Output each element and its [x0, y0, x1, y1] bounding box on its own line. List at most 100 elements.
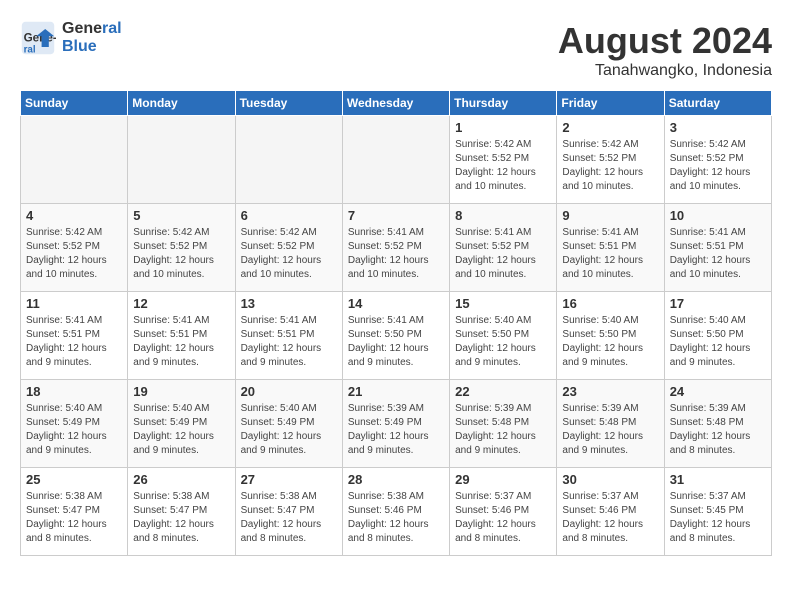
day-number: 26 [133, 472, 229, 487]
calendar-week-1: 1Sunrise: 5:42 AM Sunset: 5:52 PM Daylig… [21, 116, 772, 204]
day-number: 11 [26, 296, 122, 311]
day-number: 17 [670, 296, 766, 311]
calendar-cell [21, 116, 128, 204]
day-number: 6 [241, 208, 337, 223]
calendar-cell: 19 Sunrise: 5:40 AM Sunset: 5:49 PM Dayli… [128, 380, 235, 468]
day-number: 8 [455, 208, 551, 223]
day-number: 20 [241, 384, 337, 399]
weekday-header-friday: Friday [557, 91, 664, 116]
day-number: 15 [455, 296, 551, 311]
day-info: Sunrise: 5:38 AM Sunset: 5:47 PM Dayligh… [241, 490, 337, 546]
day-number: 21 [348, 384, 444, 399]
calendar-cell: 20 Sunrise: 5:40 AM Sunset: 5:49 PM Dayli… [235, 380, 342, 468]
day-number: 13 [241, 296, 337, 311]
day-number: 30 [562, 472, 658, 487]
weekday-header-thursday: Thursday [450, 91, 557, 116]
day-info: Sunrise: 5:41 AM Sunset: 5:51 PM Dayligh… [241, 314, 337, 370]
logo-text: General Blue [62, 20, 122, 56]
calendar-week-5: 25Sunrise: 5:38 AM Sunset: 5:47 PM Dayli… [21, 468, 772, 556]
calendar-cell: 29Sunrise: 5:37 AM Sunset: 5:46 PM Dayli… [450, 468, 557, 556]
calendar-cell: 3 Sunrise: 5:42 AM Sunset: 5:52 PM Daylig… [664, 116, 771, 204]
calendar-week-3: 11 Sunrise: 5:41 AM Sunset: 5:51 PM Dayli… [21, 292, 772, 380]
day-number: 22 [455, 384, 551, 399]
calendar-cell: 24 Sunrise: 5:39 AM Sunset: 5:48 PM Dayli… [664, 380, 771, 468]
calendar-cell [235, 116, 342, 204]
day-info: Sunrise: 5:37 AM Sunset: 5:46 PM Dayligh… [455, 490, 551, 546]
calendar-cell: 26 Sunrise: 5:38 AM Sunset: 5:47 PM Dayli… [128, 468, 235, 556]
calendar-cell: 2Sunrise: 5:42 AM Sunset: 5:52 PM Daylig… [557, 116, 664, 204]
calendar-cell: 14Sunrise: 5:41 AM Sunset: 5:50 PM Dayli… [342, 292, 449, 380]
calendar-week-4: 18 Sunrise: 5:40 AM Sunset: 5:49 PM Dayli… [21, 380, 772, 468]
calendar-cell [128, 116, 235, 204]
calendar-cell: 15 Sunrise: 5:40 AM Sunset: 5:50 PM Dayli… [450, 292, 557, 380]
calendar-cell: 31 Sunrise: 5:37 AM Sunset: 5:45 PM Dayli… [664, 468, 771, 556]
logo-icon: Gene- ral [20, 20, 56, 56]
day-number: 31 [670, 472, 766, 487]
day-info: Sunrise: 5:41 AM Sunset: 5:51 PM Dayligh… [26, 314, 122, 370]
calendar-cell: 21 Sunrise: 5:39 AM Sunset: 5:49 PM Dayli… [342, 380, 449, 468]
day-info: Sunrise: 5:38 AM Sunset: 5:47 PM Dayligh… [133, 490, 229, 546]
weekday-header-sunday: Sunday [21, 91, 128, 116]
calendar-cell [342, 116, 449, 204]
month-year-title: August 2024 [558, 20, 772, 62]
day-number: 18 [26, 384, 122, 399]
day-number: 27 [241, 472, 337, 487]
day-number: 24 [670, 384, 766, 399]
day-info: Sunrise: 5:40 AM Sunset: 5:50 PM Dayligh… [670, 314, 766, 370]
day-number: 14 [348, 296, 444, 311]
day-info: Sunrise: 5:40 AM Sunset: 5:49 PM Dayligh… [241, 402, 337, 458]
calendar-cell: 22Sunrise: 5:39 AM Sunset: 5:48 PM Dayli… [450, 380, 557, 468]
day-number: 10 [670, 208, 766, 223]
day-info: Sunrise: 5:37 AM Sunset: 5:45 PM Dayligh… [670, 490, 766, 546]
calendar-cell: 5Sunrise: 5:42 AM Sunset: 5:52 PM Daylig… [128, 204, 235, 292]
calendar-cell: 28 Sunrise: 5:38 AM Sunset: 5:46 PM Dayli… [342, 468, 449, 556]
day-number: 3 [670, 120, 766, 135]
logo: Gene- ral General Blue [20, 20, 122, 56]
calendar-week-2: 4 Sunrise: 5:42 AM Sunset: 5:52 PM Daylig… [21, 204, 772, 292]
day-info: Sunrise: 5:41 AM Sunset: 5:51 PM Dayligh… [133, 314, 229, 370]
day-info: Sunrise: 5:40 AM Sunset: 5:49 PM Dayligh… [133, 402, 229, 458]
calendar-cell: 27 Sunrise: 5:38 AM Sunset: 5:47 PM Dayli… [235, 468, 342, 556]
day-info: Sunrise: 5:41 AM Sunset: 5:52 PM Dayligh… [455, 226, 551, 282]
calendar-cell: 13 Sunrise: 5:41 AM Sunset: 5:51 PM Dayli… [235, 292, 342, 380]
day-number: 12 [133, 296, 229, 311]
page-header: Gene- ral General Blue August 2024 Tanah… [20, 20, 772, 80]
day-number: 4 [26, 208, 122, 223]
calendar-cell: 18 Sunrise: 5:40 AM Sunset: 5:49 PM Dayli… [21, 380, 128, 468]
day-info: Sunrise: 5:38 AM Sunset: 5:46 PM Dayligh… [348, 490, 444, 546]
weekday-header-saturday: Saturday [664, 91, 771, 116]
day-info: Sunrise: 5:39 AM Sunset: 5:48 PM Dayligh… [562, 402, 658, 458]
day-info: Sunrise: 5:41 AM Sunset: 5:51 PM Dayligh… [670, 226, 766, 282]
location-subtitle: Tanahwangko, Indonesia [558, 62, 772, 80]
calendar-table: SundayMondayTuesdayWednesdayThursdayFrid… [20, 90, 772, 556]
calendar-cell: 23Sunrise: 5:39 AM Sunset: 5:48 PM Dayli… [557, 380, 664, 468]
weekday-header-row: SundayMondayTuesdayWednesdayThursdayFrid… [21, 91, 772, 116]
day-info: Sunrise: 5:38 AM Sunset: 5:47 PM Dayligh… [26, 490, 122, 546]
day-info: Sunrise: 5:42 AM Sunset: 5:52 PM Dayligh… [562, 138, 658, 194]
day-info: Sunrise: 5:37 AM Sunset: 5:46 PM Dayligh… [562, 490, 658, 546]
calendar-cell: 4 Sunrise: 5:42 AM Sunset: 5:52 PM Daylig… [21, 204, 128, 292]
calendar-cell: 10 Sunrise: 5:41 AM Sunset: 5:51 PM Dayli… [664, 204, 771, 292]
weekday-header-wednesday: Wednesday [342, 91, 449, 116]
calendar-cell: 6Sunrise: 5:42 AM Sunset: 5:52 PM Daylig… [235, 204, 342, 292]
day-info: Sunrise: 5:40 AM Sunset: 5:50 PM Dayligh… [455, 314, 551, 370]
day-number: 7 [348, 208, 444, 223]
calendar-cell: 25Sunrise: 5:38 AM Sunset: 5:47 PM Dayli… [21, 468, 128, 556]
weekday-header-monday: Monday [128, 91, 235, 116]
weekday-header-tuesday: Tuesday [235, 91, 342, 116]
day-info: Sunrise: 5:41 AM Sunset: 5:51 PM Dayligh… [562, 226, 658, 282]
day-info: Sunrise: 5:42 AM Sunset: 5:52 PM Dayligh… [26, 226, 122, 282]
day-info: Sunrise: 5:39 AM Sunset: 5:49 PM Dayligh… [348, 402, 444, 458]
day-number: 28 [348, 472, 444, 487]
day-number: 19 [133, 384, 229, 399]
calendar-cell: 1Sunrise: 5:42 AM Sunset: 5:52 PM Daylig… [450, 116, 557, 204]
calendar-cell: 9 Sunrise: 5:41 AM Sunset: 5:51 PM Daylig… [557, 204, 664, 292]
day-number: 16 [562, 296, 658, 311]
day-info: Sunrise: 5:42 AM Sunset: 5:52 PM Dayligh… [670, 138, 766, 194]
calendar-cell: 30 Sunrise: 5:37 AM Sunset: 5:46 PM Dayli… [557, 468, 664, 556]
calendar-cell: 16Sunrise: 5:40 AM Sunset: 5:50 PM Dayli… [557, 292, 664, 380]
day-info: Sunrise: 5:39 AM Sunset: 5:48 PM Dayligh… [670, 402, 766, 458]
calendar-cell: 17 Sunrise: 5:40 AM Sunset: 5:50 PM Dayli… [664, 292, 771, 380]
day-number: 9 [562, 208, 658, 223]
day-info: Sunrise: 5:40 AM Sunset: 5:49 PM Dayligh… [26, 402, 122, 458]
